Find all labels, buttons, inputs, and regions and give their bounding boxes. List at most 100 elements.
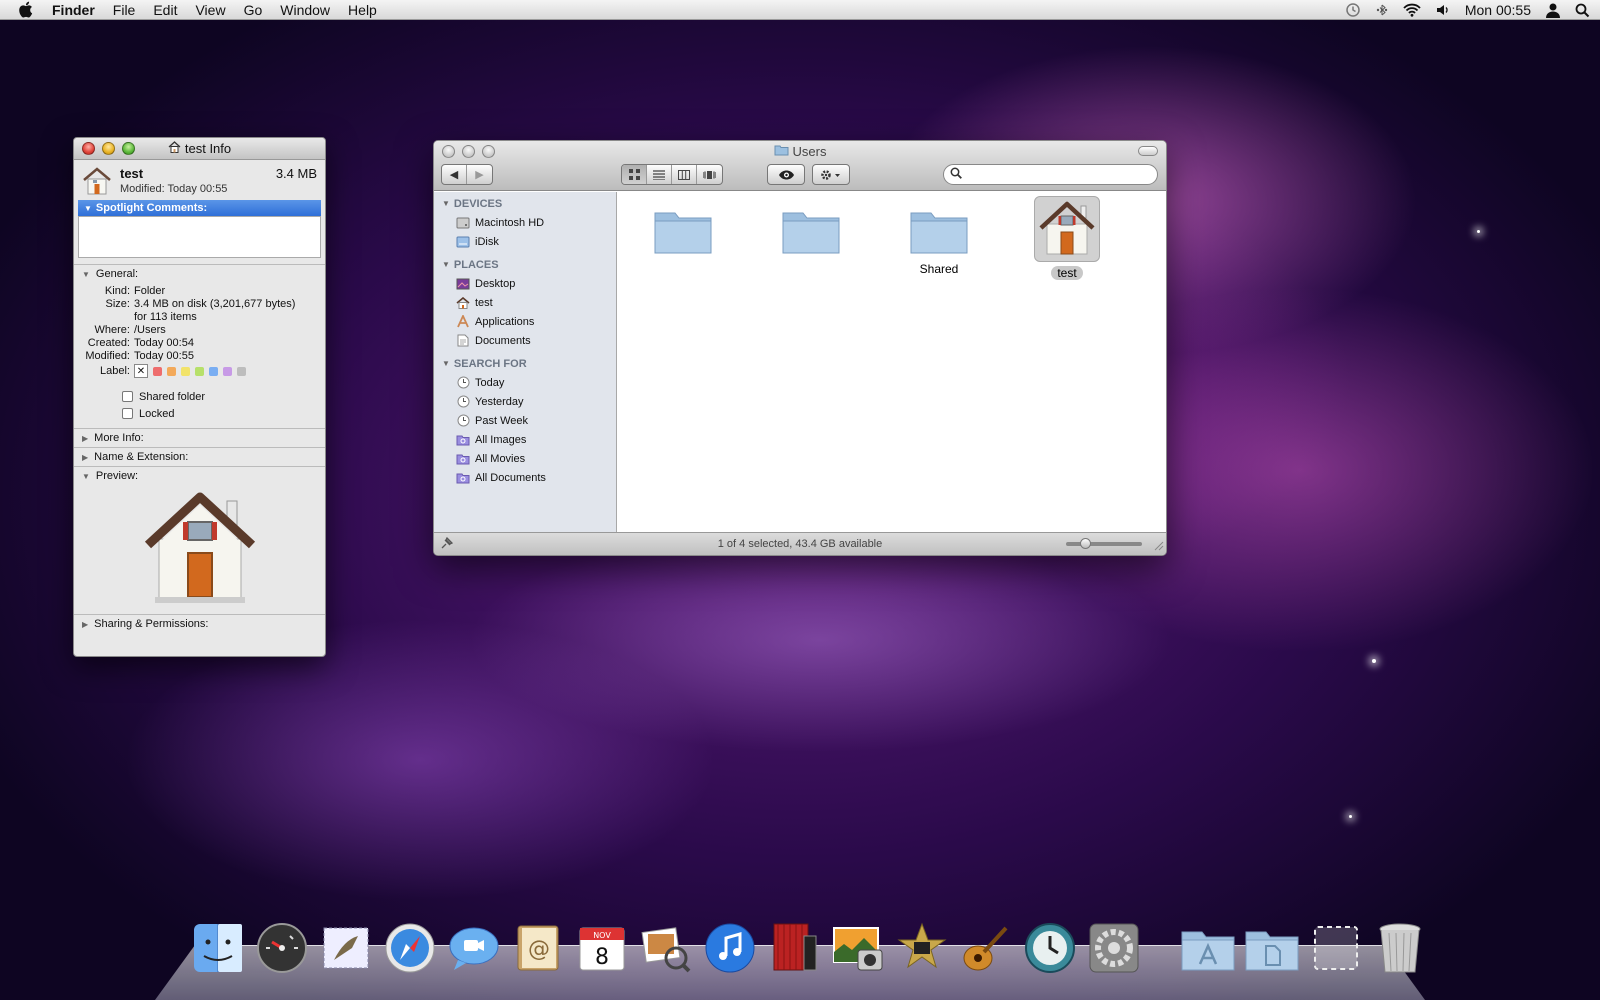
volume-icon[interactable] <box>1435 3 1451 17</box>
locked-checkbox[interactable]: Locked <box>74 405 325 422</box>
label-color-swatch[interactable] <box>209 366 218 376</box>
menu-file[interactable]: File <box>113 2 136 18</box>
imovie-dock-icon[interactable] <box>894 920 950 976</box>
preview-dock-icon[interactable] <box>638 920 694 976</box>
close-button[interactable] <box>82 142 95 155</box>
spotlight-icon[interactable] <box>1575 3 1590 18</box>
sidebar-item-applications[interactable]: Applications <box>434 312 616 331</box>
folder-item-label: test <box>1051 266 1083 280</box>
dashboard-dock-icon[interactable] <box>254 920 310 976</box>
label-color-swatch[interactable] <box>181 366 190 376</box>
preview-section-header[interactable]: ▼ Preview: <box>74 466 325 485</box>
wifi-icon[interactable] <box>1403 3 1421 17</box>
time-machine-dock-icon[interactable] <box>1022 920 1078 976</box>
folder-item-shared[interactable]: Shared <box>899 202 979 276</box>
sidebar-item-documents[interactable]: Documents <box>434 331 616 350</box>
sidebar-header-devices[interactable]: ▼ DEVICES <box>434 194 616 213</box>
apple-menu-icon[interactable] <box>18 1 36 18</box>
sidebar-item-today[interactable]: Today <box>434 373 616 392</box>
safari-dock-icon[interactable] <box>382 920 438 976</box>
menu-view[interactable]: View <box>195 2 225 18</box>
sharing-permissions-section-header[interactable]: ▶ Sharing & Permissions: <box>74 614 325 633</box>
front-row-dock-icon[interactable] <box>766 920 822 976</box>
icon-size-slider[interactable] <box>1066 538 1142 549</box>
sidebar-item-desktop[interactable]: Desktop <box>434 274 616 293</box>
menu-help[interactable]: Help <box>348 2 377 18</box>
icon-view-button[interactable] <box>622 165 647 184</box>
folder-item[interactable] <box>643 202 723 272</box>
label-color-swatch[interactable] <box>237 366 246 376</box>
general-section-header[interactable]: ▼ General: <box>74 264 325 283</box>
sidebar-header-search-for[interactable]: ▼ SEARCH FOR <box>434 354 616 373</box>
label-color-swatch[interactable] <box>195 366 204 376</box>
home-folder-icon <box>1039 201 1095 255</box>
back-button[interactable]: ◀ <box>442 165 467 184</box>
finder-toolbar[interactable]: Users ◀ ▶ <box>434 141 1166 191</box>
ichat-dock-icon[interactable] <box>446 920 502 976</box>
sidebar-item-all-images[interactable]: All Images <box>434 430 616 449</box>
cover-flow-button[interactable] <box>697 165 722 184</box>
sidebar-item-all-documents[interactable]: All Documents <box>434 468 616 487</box>
finder-dock-icon[interactable] <box>190 920 246 976</box>
sidebar-header-places[interactable]: ▼ PLACES <box>434 255 616 274</box>
zoom-button[interactable] <box>122 142 135 155</box>
action-menu-button[interactable] <box>813 165 849 184</box>
spotlight-comments-field[interactable] <box>78 216 321 258</box>
iphoto-dock-icon[interactable] <box>830 920 886 976</box>
folder-item-test[interactable]: test <box>1027 196 1107 280</box>
menu-edit[interactable]: Edit <box>153 2 177 18</box>
label-none-button[interactable]: ✕ <box>134 364 148 378</box>
sidebar-item-macintosh-hd[interactable]: Macintosh HD <box>434 213 616 232</box>
list-view-button[interactable] <box>647 165 672 184</box>
forward-button[interactable]: ▶ <box>467 165 492 184</box>
toolbar-toggle-button[interactable] <box>1138 146 1158 156</box>
sidebar-item-past-week[interactable]: Past Week <box>434 411 616 430</box>
shared-folder-checkbox[interactable]: Shared folder <box>74 388 325 405</box>
bluetooth-icon[interactable] <box>1375 3 1389 17</box>
sidebar-item-test[interactable]: test <box>434 293 616 312</box>
size-items-row: for 113 items <box>74 311 325 324</box>
checkbox-box[interactable] <box>122 391 133 402</box>
column-view-button[interactable] <box>672 165 697 184</box>
menu-clock[interactable]: Mon 00:55 <box>1465 2 1531 18</box>
label-color-swatch[interactable] <box>223 366 232 376</box>
resize-grip-icon[interactable] <box>1153 540 1164 554</box>
mail-dock-icon[interactable] <box>318 920 374 976</box>
star <box>1372 659 1376 663</box>
address-book-dock-icon[interactable]: @ <box>510 920 566 976</box>
label-color-swatch[interactable] <box>167 366 176 376</box>
spotlight-comments-header[interactable]: ▼ Spotlight Comments: <box>78 200 321 216</box>
applications-stack-dock-icon[interactable] <box>1180 920 1236 976</box>
time-machine-icon[interactable] <box>1345 2 1361 18</box>
name-extension-label: Name & Extension: <box>94 451 189 463</box>
system-preferences-dock-icon[interactable] <box>1086 920 1142 976</box>
finder-title: Users <box>792 144 827 159</box>
name-extension-section-header[interactable]: ▶ Name & Extension: <box>74 447 325 466</box>
info-title-bar[interactable]: test Info <box>74 138 325 160</box>
quick-look-button[interactable] <box>768 165 804 184</box>
more-info-section-header[interactable]: ▶ More Info: <box>74 428 325 447</box>
disclosure-open-icon: ▼ <box>82 269 90 279</box>
menu-window[interactable]: Window <box>280 2 330 18</box>
sidebar-item-idisk[interactable]: iDisk <box>434 232 616 251</box>
garageband-dock-icon[interactable] <box>958 920 1014 976</box>
downloads-stack-dock-icon[interactable] <box>1308 920 1364 976</box>
gear-icon <box>821 169 840 180</box>
ical-dock-icon[interactable]: NOV 8 <box>574 920 630 976</box>
smart-folder-icon <box>456 433 470 446</box>
minimize-button[interactable] <box>102 142 115 155</box>
menu-finder[interactable]: Finder <box>52 2 95 18</box>
trash-dock-icon[interactable] <box>1372 920 1428 976</box>
label-color-swatch[interactable] <box>153 366 162 376</box>
folder-item[interactable] <box>771 202 851 272</box>
sidebar-item-yesterday[interactable]: Yesterday <box>434 392 616 411</box>
menu-go[interactable]: Go <box>244 2 263 18</box>
checkbox-box[interactable] <box>122 408 133 419</box>
search-field[interactable] <box>943 164 1158 185</box>
sidebar-item-all-movies[interactable]: All Movies <box>434 449 616 468</box>
itunes-dock-icon[interactable] <box>702 920 758 976</box>
slider-knob[interactable] <box>1080 538 1091 549</box>
pin-icon[interactable] <box>440 536 454 553</box>
documents-stack-dock-icon[interactable] <box>1244 920 1300 976</box>
user-icon[interactable] <box>1545 2 1561 18</box>
